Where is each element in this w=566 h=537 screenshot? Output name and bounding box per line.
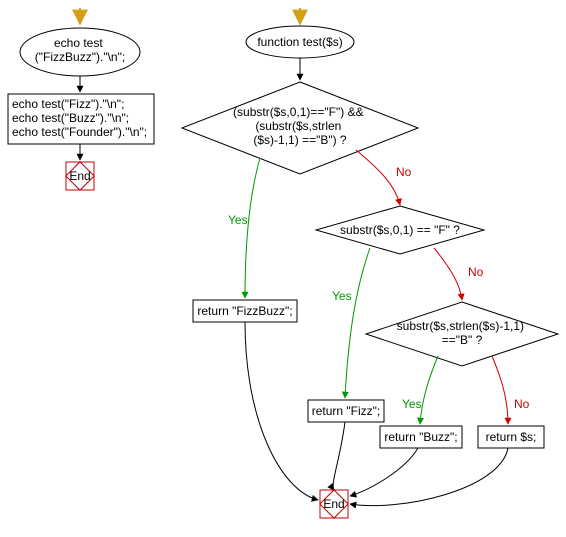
left-end-label: End: [69, 169, 90, 183]
return-fizzbuzz-label: return "FizzBuzz";: [197, 304, 292, 318]
d2-no-label: No: [468, 265, 484, 279]
edge-d1-no: [356, 150, 400, 205]
edge-fizz-end: [333, 422, 345, 490]
edge-fizzbuzz-end: [245, 322, 318, 500]
edge-d3-yes: [420, 356, 438, 424]
d1-no-label: No: [396, 165, 412, 179]
right-end-label: End: [323, 497, 344, 511]
edge-d3-no: [492, 356, 508, 424]
d3-no-label: No: [514, 397, 530, 411]
edge-buzz-end: [350, 448, 418, 496]
decision2-label: substr($s,0,1) == "F" ?: [340, 223, 460, 237]
edge-d1-yes: [245, 158, 260, 298]
right-end-node: End: [320, 490, 348, 518]
return-buzz-label: return "Buzz";: [384, 430, 457, 444]
edge-d2-no: [434, 248, 462, 300]
svg-text:echo test("Fizz")."\n"; ec: echo test("Fizz")."\n"; echo test("Buzz"…: [12, 97, 147, 139]
edge-s-end: [350, 448, 508, 506]
right-terminator-label: function test($s): [257, 35, 342, 49]
left-end-node: End: [66, 162, 94, 190]
d2-yes-label: Yes: [332, 289, 352, 303]
d3-yes-label: Yes: [402, 397, 422, 411]
return-s-label: return $s;: [486, 430, 537, 444]
d1-yes-label: Yes: [228, 213, 248, 227]
edge-d2-yes: [345, 248, 370, 398]
return-fizz-label: return "Fizz";: [312, 404, 381, 418]
